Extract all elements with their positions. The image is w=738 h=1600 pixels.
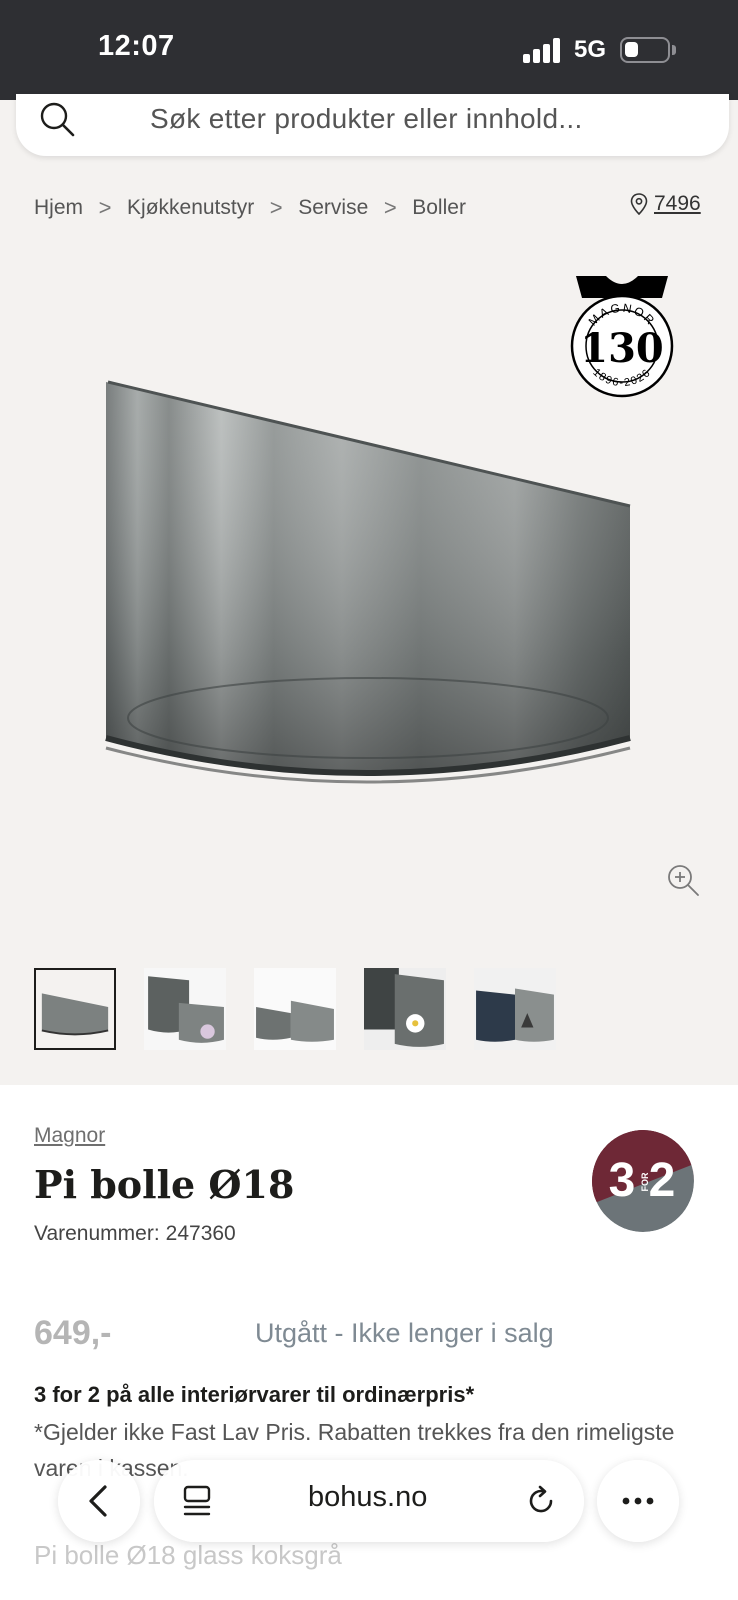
chevron-right-icon: > — [269, 195, 283, 220]
more-options-button[interactable] — [597, 1460, 679, 1542]
store-number[interactable]: 7496 — [654, 192, 701, 216]
search-input[interactable]: Søk etter produkter eller innhold... — [150, 103, 583, 135]
battery-icon — [620, 37, 670, 63]
product-sku: Varenummer: 247360 — [34, 1222, 236, 1246]
chevron-right-icon: > — [383, 195, 397, 220]
store-link[interactable]: 7496 — [630, 192, 701, 216]
location-pin-icon — [630, 193, 648, 215]
product-image[interactable] — [96, 378, 636, 806]
breadcrumb-item-hjem[interactable]: Hjem — [34, 196, 83, 220]
brand-link[interactable]: Magnor — [34, 1124, 105, 1148]
sku-value: 247360 — [165, 1222, 236, 1245]
search-icon — [40, 102, 75, 137]
promo-left: 3 — [609, 1154, 636, 1207]
status-bar: 12:07 5G — [0, 0, 738, 100]
zoom-icon[interactable] — [666, 863, 700, 897]
badge-number: 130 — [580, 325, 664, 372]
sku-label: Varenummer: — [34, 1222, 160, 1245]
breadcrumb-item-boller[interactable]: Boller — [412, 196, 466, 220]
breadcrumb: Hjem > Kjøkkenutstyr > Servise > Boller — [34, 192, 466, 224]
battery-tip — [672, 45, 676, 55]
product-title: Pi bolle Ø18 — [34, 1162, 295, 1207]
offer-title: 3 for 2 på alle interiørvarer til ordinæ… — [34, 1382, 475, 1407]
browser-back-button[interactable] — [58, 1460, 140, 1542]
search-bar[interactable]: Søk etter produkter eller innhold... — [16, 94, 729, 156]
thumbnail-2[interactable] — [144, 968, 226, 1050]
product-page: 12:07 5G Søk etter produkter eller innho… — [0, 0, 738, 1600]
network-type: 5G — [574, 36, 607, 63]
status-time: 12:07 — [98, 30, 175, 62]
breadcrumb-item-servise[interactable]: Servise — [298, 196, 368, 220]
product-price: 649,- — [34, 1314, 112, 1352]
ellipsis-icon — [622, 1497, 654, 1505]
tabs-icon[interactable] — [182, 1485, 212, 1517]
address-bar[interactable]: bohus.no — [154, 1460, 584, 1542]
thumbnail-4[interactable] — [364, 968, 446, 1050]
reload-icon[interactable] — [524, 1484, 558, 1518]
thumbnail-3[interactable] — [254, 968, 336, 1050]
availability-status: Utgått - Ikke lenger i salg — [255, 1318, 554, 1348]
promo-right: 2 — [649, 1154, 676, 1207]
chevron-left-icon — [89, 1485, 107, 1517]
chevron-right-icon: > — [98, 195, 112, 220]
signal-strength-icon — [523, 37, 563, 63]
url-text[interactable]: bohus.no — [308, 1481, 427, 1514]
product-subtitle: Pi bolle Ø18 glass koksgrå — [34, 1540, 342, 1570]
promo-3for2-badge: 3 FOR 2 — [592, 1130, 694, 1232]
breadcrumb-item-kjokkenutstyr[interactable]: Kjøkkenutstyr — [127, 196, 254, 220]
thumbnail-5[interactable] — [474, 968, 556, 1050]
thumbnail-1[interactable] — [34, 968, 116, 1050]
